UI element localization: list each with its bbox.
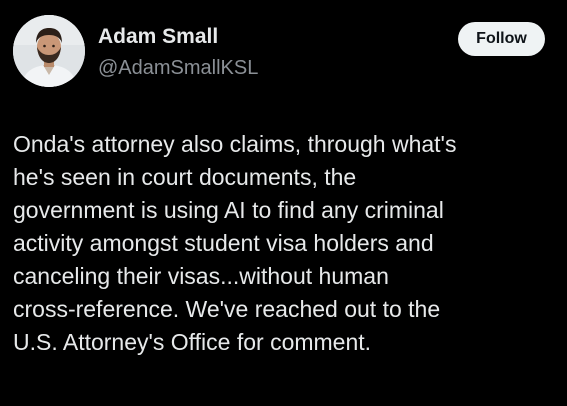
avatar-image — [13, 15, 85, 87]
author-name[interactable]: Adam Small — [98, 25, 218, 49]
avatar[interactable] — [13, 15, 85, 87]
post-text-line: government is using AI to find any crimi… — [13, 197, 444, 223]
author-handle[interactable]: @AdamSmallKSL — [98, 57, 258, 80]
follow-button[interactable]: Follow — [458, 22, 545, 56]
post-card: Adam Small @AdamSmallKSL Follow Onda's a… — [0, 0, 567, 406]
post-text-line: canceling their visas...without human — [13, 263, 389, 289]
post-text: Onda's attorney also claims, through wha… — [13, 128, 559, 359]
post-text-line: Onda's attorney also claims, through wha… — [13, 131, 457, 157]
post-text-line: cross-reference. We've reached out to th… — [13, 296, 441, 322]
post-text-line: he's seen in court documents, the — [13, 164, 357, 190]
post-text-line: activity amongst student visa holders an… — [13, 230, 434, 256]
post-text-line: U.S. Attorney's Office for comment. — [13, 329, 372, 355]
